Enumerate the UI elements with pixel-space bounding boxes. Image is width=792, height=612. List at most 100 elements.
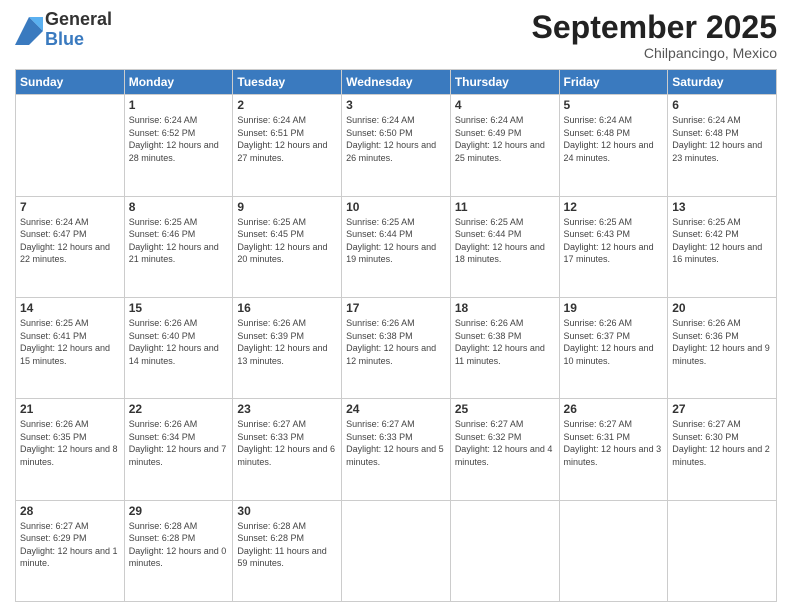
table-row: 25 Sunrise: 6:27 AMSunset: 6:32 PMDaylig… (450, 399, 559, 500)
table-row: 11 Sunrise: 6:25 AMSunset: 6:44 PMDaylig… (450, 196, 559, 297)
table-row: 23 Sunrise: 6:27 AMSunset: 6:33 PMDaylig… (233, 399, 342, 500)
day-info: Sunrise: 6:24 AMSunset: 6:51 PMDaylight:… (237, 115, 327, 163)
day-number: 20 (672, 301, 772, 315)
day-number: 29 (129, 504, 229, 518)
table-row: 2 Sunrise: 6:24 AMSunset: 6:51 PMDayligh… (233, 95, 342, 196)
day-info: Sunrise: 6:25 AMSunset: 6:46 PMDaylight:… (129, 217, 219, 265)
day-number: 2 (237, 98, 337, 112)
day-number: 24 (346, 402, 446, 416)
table-row: 16 Sunrise: 6:26 AMSunset: 6:39 PMDaylig… (233, 297, 342, 398)
logo-general-text: General (45, 10, 112, 30)
day-info: Sunrise: 6:26 AMSunset: 6:36 PMDaylight:… (672, 318, 770, 366)
location-subtitle: Chilpancingo, Mexico (532, 45, 777, 61)
table-row: 30 Sunrise: 6:28 AMSunset: 6:28 PMDaylig… (233, 500, 342, 601)
table-row: 21 Sunrise: 6:26 AMSunset: 6:35 PMDaylig… (16, 399, 125, 500)
day-number: 26 (564, 402, 664, 416)
table-row: 1 Sunrise: 6:24 AMSunset: 6:52 PMDayligh… (124, 95, 233, 196)
day-number: 1 (129, 98, 229, 112)
table-row: 22 Sunrise: 6:26 AMSunset: 6:34 PMDaylig… (124, 399, 233, 500)
day-info: Sunrise: 6:26 AMSunset: 6:34 PMDaylight:… (129, 419, 227, 467)
day-info: Sunrise: 6:25 AMSunset: 6:45 PMDaylight:… (237, 217, 327, 265)
table-row: 5 Sunrise: 6:24 AMSunset: 6:48 PMDayligh… (559, 95, 668, 196)
col-monday: Monday (124, 70, 233, 95)
day-number: 9 (237, 200, 337, 214)
day-info: Sunrise: 6:26 AMSunset: 6:40 PMDaylight:… (129, 318, 219, 366)
day-number: 27 (672, 402, 772, 416)
day-info: Sunrise: 6:27 AMSunset: 6:31 PMDaylight:… (564, 419, 662, 467)
day-number: 21 (20, 402, 120, 416)
day-info: Sunrise: 6:28 AMSunset: 6:28 PMDaylight:… (237, 521, 326, 569)
table-row: 7 Sunrise: 6:24 AMSunset: 6:47 PMDayligh… (16, 196, 125, 297)
table-row: 27 Sunrise: 6:27 AMSunset: 6:30 PMDaylig… (668, 399, 777, 500)
day-number: 13 (672, 200, 772, 214)
month-title: September 2025 (532, 10, 777, 45)
table-row: 15 Sunrise: 6:26 AMSunset: 6:40 PMDaylig… (124, 297, 233, 398)
table-row: 8 Sunrise: 6:25 AMSunset: 6:46 PMDayligh… (124, 196, 233, 297)
day-info: Sunrise: 6:27 AMSunset: 6:30 PMDaylight:… (672, 419, 770, 467)
day-info: Sunrise: 6:24 AMSunset: 6:49 PMDaylight:… (455, 115, 545, 163)
day-number: 19 (564, 301, 664, 315)
col-sunday: Sunday (16, 70, 125, 95)
col-wednesday: Wednesday (342, 70, 451, 95)
day-info: Sunrise: 6:27 AMSunset: 6:29 PMDaylight:… (20, 521, 118, 569)
day-number: 14 (20, 301, 120, 315)
page: General Blue September 2025 Chilpancingo… (0, 0, 792, 612)
col-thursday: Thursday (450, 70, 559, 95)
logo-blue-text: Blue (45, 30, 112, 50)
table-row: 17 Sunrise: 6:26 AMSunset: 6:38 PMDaylig… (342, 297, 451, 398)
day-info: Sunrise: 6:27 AMSunset: 6:33 PMDaylight:… (237, 419, 335, 467)
col-saturday: Saturday (668, 70, 777, 95)
table-row: 26 Sunrise: 6:27 AMSunset: 6:31 PMDaylig… (559, 399, 668, 500)
day-number: 11 (455, 200, 555, 214)
day-number: 6 (672, 98, 772, 112)
day-number: 15 (129, 301, 229, 315)
table-row (559, 500, 668, 601)
day-number: 16 (237, 301, 337, 315)
calendar-body: 1 Sunrise: 6:24 AMSunset: 6:52 PMDayligh… (16, 95, 777, 602)
day-info: Sunrise: 6:25 AMSunset: 6:44 PMDaylight:… (346, 217, 436, 265)
table-row (342, 500, 451, 601)
table-row: 12 Sunrise: 6:25 AMSunset: 6:43 PMDaylig… (559, 196, 668, 297)
calendar-table: Sunday Monday Tuesday Wednesday Thursday… (15, 69, 777, 602)
calendar-header: Sunday Monday Tuesday Wednesday Thursday… (16, 70, 777, 95)
day-info: Sunrise: 6:28 AMSunset: 6:28 PMDaylight:… (129, 521, 227, 569)
day-info: Sunrise: 6:25 AMSunset: 6:44 PMDaylight:… (455, 217, 545, 265)
day-number: 7 (20, 200, 120, 214)
day-number: 3 (346, 98, 446, 112)
day-info: Sunrise: 6:26 AMSunset: 6:35 PMDaylight:… (20, 419, 118, 467)
day-info: Sunrise: 6:26 AMSunset: 6:38 PMDaylight:… (455, 318, 545, 366)
day-number: 25 (455, 402, 555, 416)
table-row: 19 Sunrise: 6:26 AMSunset: 6:37 PMDaylig… (559, 297, 668, 398)
day-info: Sunrise: 6:24 AMSunset: 6:50 PMDaylight:… (346, 115, 436, 163)
day-info: Sunrise: 6:26 AMSunset: 6:37 PMDaylight:… (564, 318, 654, 366)
day-info: Sunrise: 6:24 AMSunset: 6:47 PMDaylight:… (20, 217, 110, 265)
day-info: Sunrise: 6:24 AMSunset: 6:48 PMDaylight:… (564, 115, 654, 163)
day-number: 10 (346, 200, 446, 214)
table-row: 29 Sunrise: 6:28 AMSunset: 6:28 PMDaylig… (124, 500, 233, 601)
col-friday: Friday (559, 70, 668, 95)
logo-icon (15, 17, 43, 45)
day-number: 22 (129, 402, 229, 416)
day-info: Sunrise: 6:27 AMSunset: 6:33 PMDaylight:… (346, 419, 444, 467)
table-row: 3 Sunrise: 6:24 AMSunset: 6:50 PMDayligh… (342, 95, 451, 196)
day-number: 4 (455, 98, 555, 112)
day-info: Sunrise: 6:24 AMSunset: 6:52 PMDaylight:… (129, 115, 219, 163)
day-info: Sunrise: 6:25 AMSunset: 6:42 PMDaylight:… (672, 217, 762, 265)
day-number: 5 (564, 98, 664, 112)
table-row (450, 500, 559, 601)
day-info: Sunrise: 6:26 AMSunset: 6:38 PMDaylight:… (346, 318, 436, 366)
day-number: 17 (346, 301, 446, 315)
day-number: 18 (455, 301, 555, 315)
table-row: 13 Sunrise: 6:25 AMSunset: 6:42 PMDaylig… (668, 196, 777, 297)
day-info: Sunrise: 6:26 AMSunset: 6:39 PMDaylight:… (237, 318, 327, 366)
table-row: 4 Sunrise: 6:24 AMSunset: 6:49 PMDayligh… (450, 95, 559, 196)
table-row: 28 Sunrise: 6:27 AMSunset: 6:29 PMDaylig… (16, 500, 125, 601)
day-info: Sunrise: 6:24 AMSunset: 6:48 PMDaylight:… (672, 115, 762, 163)
header-row: Sunday Monday Tuesday Wednesday Thursday… (16, 70, 777, 95)
table-row: 6 Sunrise: 6:24 AMSunset: 6:48 PMDayligh… (668, 95, 777, 196)
table-row: 14 Sunrise: 6:25 AMSunset: 6:41 PMDaylig… (16, 297, 125, 398)
table-row: 10 Sunrise: 6:25 AMSunset: 6:44 PMDaylig… (342, 196, 451, 297)
table-row: 9 Sunrise: 6:25 AMSunset: 6:45 PMDayligh… (233, 196, 342, 297)
table-row (668, 500, 777, 601)
table-row (16, 95, 125, 196)
